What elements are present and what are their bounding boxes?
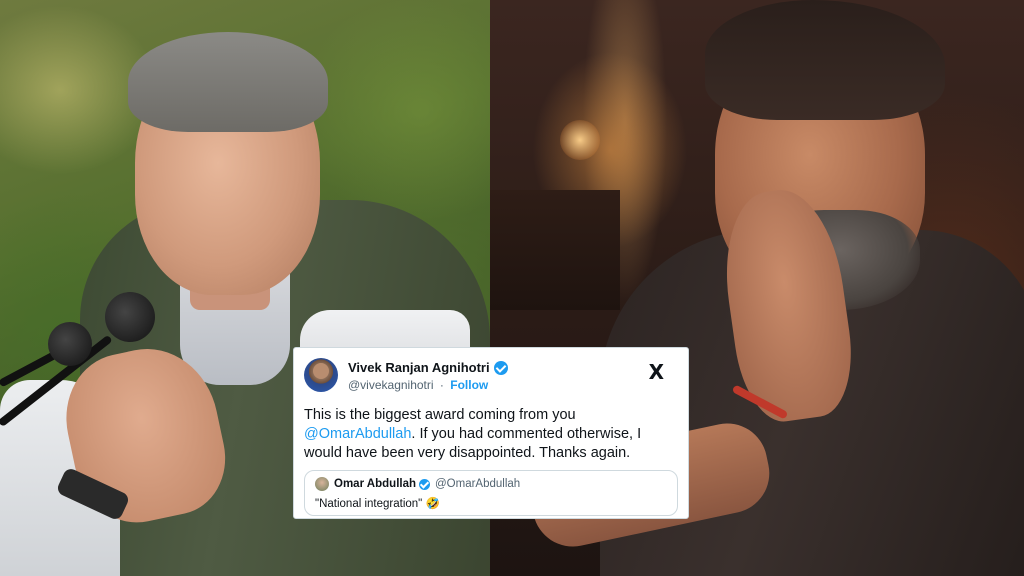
tweet-text: This is the biggest award coming from yo… — [304, 406, 678, 463]
background-lamp — [560, 120, 600, 160]
tweet-header: Vivek Ranjan Agnihotri @vivekagnihotri ·… — [304, 356, 678, 396]
author-name-row: Vivek Ranjan Agnihotri — [348, 360, 508, 375]
author-handle[interactable]: @vivekagnihotri — [348, 378, 434, 392]
tweet-card[interactable]: Vivek Ranjan Agnihotri @vivekagnihotri ·… — [293, 347, 689, 519]
quoted-author-name: Omar Abdullah — [334, 478, 416, 490]
quoted-tweet[interactable]: Omar Abdullah @OmarAbdullah "National in… — [304, 470, 678, 516]
x-logo-icon[interactable]: X — [649, 362, 664, 382]
mention-link[interactable]: @OmarAbdullah — [304, 426, 411, 442]
quoted-author-handle: @OmarAbdullah — [435, 478, 521, 490]
hair — [705, 0, 945, 120]
hair — [128, 32, 328, 132]
microphone-icon — [105, 292, 155, 342]
quoted-tweet-header: Omar Abdullah @OmarAbdullah — [315, 477, 667, 491]
quoted-author-avatar — [315, 477, 329, 491]
background-shelf — [490, 190, 620, 310]
separator-dot: · — [439, 378, 444, 392]
quoted-text: "National integration" — [315, 498, 423, 510]
author-handle-row: @vivekagnihotri · Follow — [348, 378, 488, 392]
verified-badge-icon — [419, 478, 430, 490]
verified-badge-icon — [493, 360, 508, 375]
author-avatar[interactable] — [304, 358, 338, 392]
quoted-tweet-text: "National integration" 🤣 — [315, 496, 667, 510]
laughing-emoji-icon: 🤣 — [425, 496, 440, 510]
author-name[interactable]: Vivek Ranjan Agnihotri — [348, 360, 490, 375]
tweet-text-part: This is the biggest award coming from yo… — [304, 407, 576, 423]
microphone-icon — [48, 322, 92, 366]
follow-button[interactable]: Follow — [450, 378, 488, 392]
